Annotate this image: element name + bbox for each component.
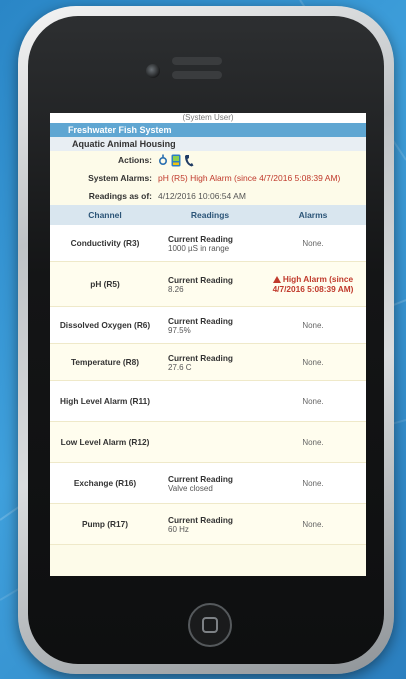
- alarm-status: None.: [302, 519, 324, 529]
- reading-cell: Current Reading 27.6 C: [160, 353, 260, 372]
- reading-cell: Current Reading Valve closed: [160, 474, 260, 493]
- home-button[interactable]: [188, 603, 232, 647]
- action-icons: [158, 154, 366, 167]
- readings-as-of-value: 4/12/2016 10:06:54 AM: [158, 191, 246, 201]
- column-header-alarms: Alarms: [298, 210, 328, 220]
- table-row[interactable]: pH (R5) Current Reading 8.26 High Alarm …: [50, 262, 366, 307]
- alarm-status: High Alarm (since 4/7/2016 5:08:39 AM): [260, 274, 366, 294]
- alarm-status: None.: [302, 396, 324, 406]
- alarm-status: None.: [302, 320, 324, 330]
- user-label: (System User): [50, 113, 366, 123]
- reading-title: Current Reading: [168, 473, 233, 484]
- alarm-status: None.: [302, 357, 324, 367]
- reading-value: Valve closed: [168, 483, 213, 493]
- section-title[interactable]: Aquatic Animal Housing: [50, 137, 366, 151]
- table-row[interactable]: Temperature (R8) Current Reading 27.6 C …: [50, 344, 366, 381]
- channel-name: Low Level Alarm (R12): [60, 437, 150, 447]
- reading-title: Current Reading: [168, 233, 233, 244]
- channel-name: Pump (R17): [81, 519, 129, 529]
- reading-value: 27.6 C: [168, 362, 192, 372]
- channel-name: pH (R5): [90, 279, 120, 289]
- speaker-grille: [172, 71, 222, 79]
- table-row[interactable]: Pump (R17) Current Reading 60 Hz None.: [50, 504, 366, 545]
- reading-value: 60 Hz: [168, 524, 189, 534]
- table-row[interactable]: Exchange (R16) Current Reading Valve clo…: [50, 463, 366, 504]
- system-alarms-label: System Alarms:: [88, 173, 152, 183]
- column-header-readings: Readings: [190, 210, 230, 220]
- alarm-status: None.: [302, 478, 324, 488]
- table-row[interactable]: Low Level Alarm (R12) None.: [50, 422, 366, 463]
- table-row[interactable]: Conductivity (R3) Current Reading 1000 µ…: [50, 225, 366, 262]
- channel-name: Temperature (R8): [70, 357, 140, 367]
- speaker-grille: [172, 57, 222, 65]
- alarm-status: None.: [302, 238, 324, 248]
- home-icon: [202, 617, 218, 633]
- table-row[interactable]: High Level Alarm (R11) None.: [50, 381, 366, 422]
- system-title[interactable]: Freshwater Fish System: [50, 123, 366, 137]
- alarm-status: None.: [302, 437, 324, 447]
- phone-icon[interactable]: [184, 154, 194, 167]
- readings-as-of-label: Readings as of:: [88, 191, 152, 201]
- app-screen: (System User) Freshwater Fish System Aqu…: [50, 113, 366, 576]
- reading-value: 1000 µS in range: [168, 243, 230, 253]
- reading-value: 8.26: [168, 284, 184, 294]
- actions-row: Actions:: [50, 151, 366, 169]
- readings-as-of-row: Readings as of: 4/12/2016 10:06:54 AM: [50, 187, 366, 205]
- camera-icon: [146, 64, 160, 78]
- settings-icon[interactable]: [158, 154, 168, 166]
- reading-cell: Current Reading 8.26: [160, 275, 260, 294]
- channel-name: Exchange (R16): [73, 478, 137, 488]
- reading-title: Current Reading: [168, 514, 233, 525]
- reading-title: Current Reading: [168, 352, 233, 363]
- actions-label: Actions:: [118, 155, 152, 165]
- system-alarms-row: System Alarms: pH (R5) High Alarm (since…: [50, 169, 366, 187]
- table-row[interactable]: Dissolved Oxygen (R6) Current Reading 97…: [50, 307, 366, 344]
- system-alarms-value[interactable]: pH (R5) High Alarm (since 4/7/2016 5:08:…: [158, 173, 366, 183]
- column-header-channel: Channel: [88, 210, 122, 220]
- reading-value: 97.5%: [168, 325, 191, 335]
- reading-title: Current Reading: [168, 274, 233, 285]
- reading-title: Current Reading: [168, 315, 233, 326]
- channel-name: Conductivity (R3): [70, 238, 140, 248]
- table-header: Channel Readings Alarms: [50, 205, 366, 225]
- reading-cell: Current Reading 1000 µS in range: [160, 234, 260, 253]
- warning-icon: [272, 276, 281, 283]
- reading-cell: Current Reading 97.5%: [160, 316, 260, 335]
- device-icon[interactable]: [171, 154, 181, 167]
- reading-cell: Current Reading 60 Hz: [160, 515, 260, 534]
- alarm-text: High Alarm (since 4/7/2016 5:08:39 AM): [272, 274, 354, 294]
- channel-name: High Level Alarm (R11): [59, 396, 151, 406]
- channel-name: Dissolved Oxygen (R6): [59, 320, 151, 330]
